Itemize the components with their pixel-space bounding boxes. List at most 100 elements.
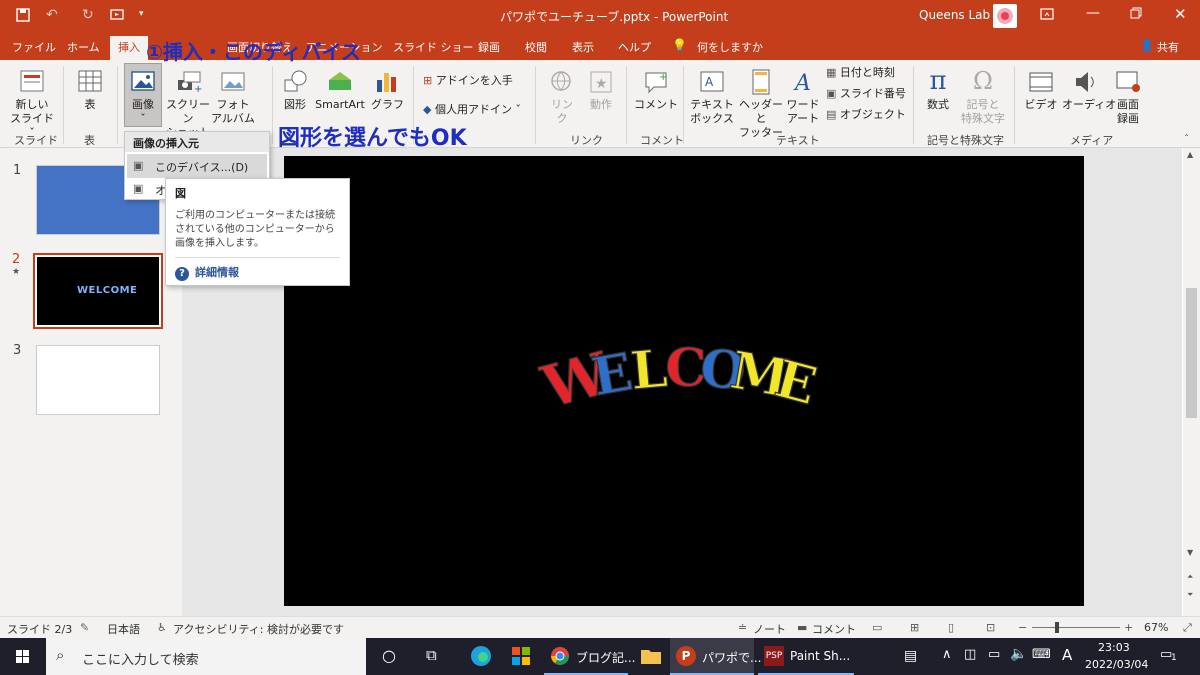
- redo-icon[interactable]: ↻: [82, 7, 94, 23]
- collapse-ribbon-icon[interactable]: ˆ: [1184, 134, 1189, 145]
- screen-recording-button[interactable]: 画面 録画: [1112, 68, 1144, 126]
- textbox-button[interactable]: A テキスト ボックス: [690, 68, 734, 126]
- ribbon-display-icon[interactable]: [1040, 7, 1054, 24]
- action-button[interactable]: ★ 動作: [585, 68, 617, 112]
- task-view-icon[interactable]: ⧉: [426, 646, 437, 675]
- shapes-button[interactable]: 図形: [280, 68, 310, 112]
- search-input[interactable]: ここに入力して検索: [82, 649, 199, 668]
- slide-number-button[interactable]: ▣ スライド番号: [826, 87, 906, 101]
- tab-insert[interactable]: 挿入: [110, 36, 148, 60]
- accessibility-status[interactable]: アクセシビリティ: 検討が必要です: [173, 621, 344, 637]
- tab-view[interactable]: 表示: [572, 39, 594, 55]
- edge-icon[interactable]: [470, 645, 492, 667]
- volume-icon[interactable]: 🔈: [1010, 646, 1027, 675]
- slide-thumbnail[interactable]: [36, 345, 160, 415]
- screenshot-button[interactable]: + スクリーン ショット: [164, 68, 212, 140]
- slideshow-view-icon[interactable]: ⊡: [986, 621, 995, 634]
- taskbar-app-paintshop[interactable]: PSP Paint Sh...: [758, 638, 854, 675]
- new-slide-button[interactable]: 新しい スライド ˇ: [6, 68, 58, 140]
- link-button[interactable]: リン ク: [547, 68, 577, 126]
- prev-slide-icon[interactable]: ⏶: [1187, 572, 1193, 582]
- slide-sorter-icon[interactable]: ⊞: [910, 621, 919, 634]
- avatar[interactable]: [993, 4, 1017, 28]
- symbol-button[interactable]: Ω 記号と 特殊文字: [958, 66, 1008, 126]
- menu-item-this-device[interactable]: ▣ このデバイス...(D): [127, 154, 267, 178]
- zoom-level[interactable]: 67%: [1144, 621, 1168, 634]
- object-button[interactable]: ▤ オブジェクト: [826, 108, 906, 122]
- audio-button[interactable]: オーディオ: [1062, 68, 1116, 112]
- chevron-up-icon[interactable]: ∧: [942, 647, 952, 675]
- vertical-scrollbar[interactable]: ▲ ▼ ⏶ ⏷: [1183, 148, 1200, 616]
- get-addins-button[interactable]: ⊞ アドインを入手: [423, 74, 513, 88]
- tell-me-search[interactable]: 何をしますか: [697, 39, 763, 55]
- share-icon[interactable]: 👤: [1140, 39, 1154, 52]
- cortana-icon[interactable]: ○: [382, 646, 396, 675]
- tab-review[interactable]: 校閲: [525, 39, 547, 55]
- taskbar-app-chrome[interactable]: ブログ記...: [544, 638, 635, 675]
- camera-icon: +: [178, 71, 202, 95]
- fit-to-window-icon[interactable]: ⤢: [1183, 621, 1192, 635]
- my-addins-button[interactable]: ◆ 個人用アドイン ˇ: [423, 103, 521, 117]
- header-footer-button[interactable]: ヘッダーと フッター: [738, 68, 784, 140]
- slide-main[interactable]: WELCOME: [284, 156, 1084, 606]
- close-icon[interactable]: ✕: [1174, 5, 1187, 23]
- comment-button[interactable]: + コメント: [634, 68, 678, 112]
- save-icon[interactable]: [16, 8, 30, 25]
- ime-indicator[interactable]: A: [1062, 646, 1072, 675]
- tab-home[interactable]: ホーム: [67, 39, 100, 55]
- tab-file[interactable]: ファイル: [12, 39, 56, 55]
- meet-icon[interactable]: ◫: [964, 647, 976, 675]
- present-from-start-icon[interactable]: [110, 8, 124, 25]
- clock-date[interactable]: 2022/03/04: [1085, 658, 1148, 675]
- customize-qat-icon[interactable]: ▾: [139, 9, 144, 19]
- welcome-wordart[interactable]: WELCOME: [284, 156, 1084, 606]
- comments-button[interactable]: コメント: [812, 621, 856, 637]
- scroll-down-icon[interactable]: ▼: [1187, 548, 1193, 557]
- spelling-icon[interactable]: ✎: [80, 621, 89, 634]
- scroll-up-icon[interactable]: ▲: [1187, 150, 1193, 159]
- smartart-button[interactable]: SmartArt: [313, 68, 367, 112]
- zoom-in-icon[interactable]: +: [1124, 621, 1133, 634]
- share-button[interactable]: 共有: [1157, 39, 1179, 55]
- notes-button[interactable]: ノート: [753, 621, 786, 637]
- zoom-slider-thumb[interactable]: [1055, 622, 1059, 633]
- date-time-button[interactable]: ▦ 日付と時刻: [826, 66, 895, 80]
- chart-button[interactable]: グラフ: [371, 68, 404, 112]
- undo-icon[interactable]: ↶: [46, 7, 58, 23]
- equation-button[interactable]: π 数式: [920, 66, 956, 112]
- next-slide-icon[interactable]: ⏷: [1187, 590, 1193, 600]
- taskbar-app-powerpoint[interactable]: P パワポで...: [670, 638, 761, 675]
- pi-icon: π: [929, 66, 947, 96]
- wordart-letter: L: [628, 338, 670, 402]
- file-explorer-icon[interactable]: [640, 646, 662, 668]
- chrome-icon: [551, 647, 569, 665]
- tooltip-more-info[interactable]: ? 詳細情報: [175, 257, 340, 281]
- scroll-thumb[interactable]: [1186, 288, 1197, 418]
- addin-icon: ◆: [423, 103, 432, 116]
- image-button[interactable]: 画像 ˇ: [124, 63, 162, 127]
- table-button[interactable]: 表: [70, 68, 110, 112]
- tab-slideshow[interactable]: スライド ショー: [393, 39, 474, 55]
- photo-album-button[interactable]: フォト アルバム: [208, 68, 258, 126]
- taskbar-search-box[interactable]: ⌕ ここに入力して検索: [46, 638, 366, 675]
- slide-thumbnail-selected[interactable]: WELCOME: [33, 253, 163, 329]
- wordart-button[interactable]: A ワード アート: [785, 68, 821, 126]
- zoom-slider[interactable]: [1032, 627, 1120, 628]
- tab-record[interactable]: 録画: [478, 39, 500, 55]
- video-button[interactable]: ビデオ: [1024, 68, 1058, 112]
- zoom-out-icon[interactable]: −: [1018, 621, 1027, 634]
- start-button[interactable]: [0, 638, 46, 675]
- group-label-slides: スライド: [14, 134, 58, 147]
- tooltip-title: 図: [175, 187, 186, 200]
- user-name[interactable]: Queens Lab: [919, 8, 990, 22]
- restore-icon[interactable]: [1130, 7, 1142, 22]
- language-indicator[interactable]: 日本語: [107, 621, 140, 637]
- keyboard-icon[interactable]: ⌨: [1032, 647, 1051, 675]
- store-app-icon[interactable]: [510, 645, 532, 667]
- keyboard-news-icon[interactable]: ▤: [904, 648, 917, 675]
- battery-icon[interactable]: ▭: [988, 647, 1000, 675]
- reading-view-icon[interactable]: ▯: [948, 621, 954, 634]
- tab-help[interactable]: ヘルプ: [618, 39, 651, 55]
- minimize-icon[interactable]: —: [1086, 5, 1100, 21]
- normal-view-icon[interactable]: ▭: [872, 621, 882, 634]
